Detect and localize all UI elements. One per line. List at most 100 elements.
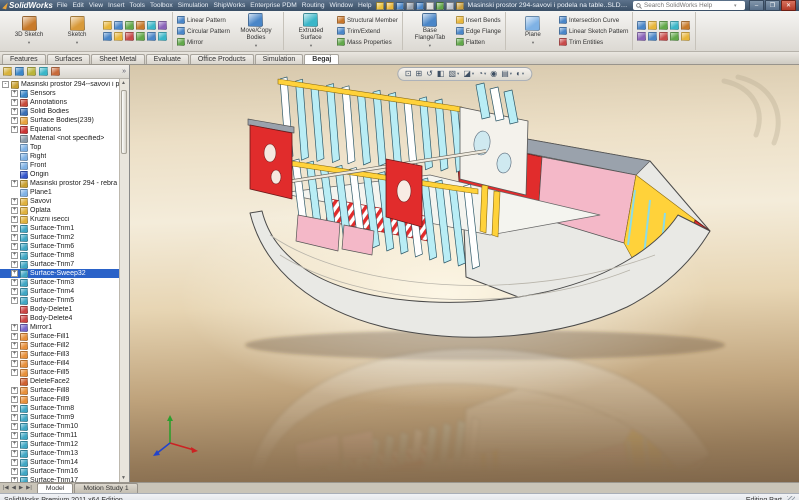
expand-icon[interactable]: +	[11, 225, 18, 232]
tree-item[interactable]: Front	[0, 161, 119, 170]
propertymanager-tab-icon[interactable]	[15, 67, 24, 76]
tree-item[interactable]: + Masinski prostor 294 - rebra i pregra	[0, 179, 119, 188]
tool-icon[interactable]	[637, 32, 646, 41]
tree-item[interactable]: + Annotations	[0, 98, 119, 107]
tree-item[interactable]: + Surface-Trim14	[0, 458, 119, 467]
tree-item[interactable]: + Surface-Trim12	[0, 440, 119, 449]
expand-icon[interactable]: +	[11, 414, 18, 421]
displaymanager-tab-icon[interactable]	[51, 67, 60, 76]
expand-icon[interactable]: +	[11, 297, 18, 304]
tree-item[interactable]: DeleteFace2	[0, 377, 119, 386]
command-tab[interactable]: Surfaces	[47, 54, 91, 64]
expand-icon[interactable]: +	[11, 441, 18, 448]
menu-item[interactable]: Enterprise PDM	[250, 2, 297, 9]
trim-extend-button[interactable]: Trim/Extend	[337, 26, 398, 36]
expand-icon[interactable]: +	[11, 405, 18, 412]
expand-icon[interactable]: +	[11, 180, 18, 187]
sketch-button[interactable]: Sketch	[54, 13, 100, 49]
open-icon[interactable]	[386, 2, 394, 10]
new-document-icon[interactable]	[376, 2, 384, 10]
expand-icon[interactable]: +	[11, 387, 18, 394]
tool-icon[interactable]	[158, 21, 167, 30]
save-icon[interactable]	[396, 2, 404, 10]
expand-icon[interactable]: +	[11, 468, 18, 475]
mirror-button[interactable]: Mirror	[177, 37, 230, 47]
tree-item[interactable]: + Solid Bodies	[0, 107, 119, 116]
3d-sketch-button[interactable]: 3D Sketch	[6, 13, 52, 49]
tool-icon[interactable]	[648, 32, 657, 41]
options-icon[interactable]	[456, 2, 464, 10]
tree-item[interactable]: Body-Delete4	[0, 314, 119, 323]
menu-item[interactable]: Edit	[72, 2, 83, 9]
expand-icon[interactable]: +	[11, 198, 18, 205]
previous-view-icon[interactable]: ↺	[426, 69, 433, 79]
panel-chevron-icon[interactable]: »	[122, 67, 126, 76]
tree-item[interactable]: Right	[0, 152, 119, 161]
undo-icon[interactable]	[416, 2, 424, 10]
3d-viewport[interactable]: ⊡⊞↺◧▧◪◔◉▤◐	[130, 65, 799, 482]
edge-flange-button[interactable]: Edge Flange	[456, 26, 501, 36]
tree-item[interactable]: + Surface-Trim5	[0, 296, 119, 305]
tree-item[interactable]: + Surface-Trim7	[0, 260, 119, 269]
command-tab[interactable]: Features	[2, 54, 46, 64]
mass-properties-button[interactable]: Mass Properties	[337, 37, 398, 47]
tool-icon[interactable]	[681, 21, 690, 30]
print-icon[interactable]	[406, 2, 414, 10]
display-style-icon[interactable]: ◪	[463, 69, 474, 79]
base-flange-tab-button[interactable]: Base Flange/Tab	[407, 13, 453, 49]
tree-item[interactable]: + Surface-Trim8	[0, 404, 119, 413]
tree-item[interactable]: + Kruzni isecci	[0, 215, 119, 224]
zoom-fit-icon[interactable]: ⊡	[405, 69, 412, 79]
close-button[interactable]: ✕	[781, 0, 796, 11]
prev-tab-icon[interactable]: ◀	[11, 485, 17, 491]
tool-icon[interactable]	[125, 21, 134, 30]
tree-item[interactable]: + Sensors	[0, 89, 119, 98]
menu-item[interactable]: Toolbox	[150, 2, 173, 9]
last-tab-icon[interactable]: ▶|	[25, 485, 33, 491]
tool-icon[interactable]	[670, 32, 679, 41]
tool-icon[interactable]	[136, 21, 145, 30]
tree-item[interactable]: + Surface-Trim3	[0, 278, 119, 287]
tool-icon[interactable]	[648, 21, 657, 30]
tool-icon[interactable]	[103, 32, 112, 41]
menu-item[interactable]: ShipWorks	[213, 2, 245, 9]
tree-item[interactable]: + Oplata	[0, 206, 119, 215]
tree-item[interactable]: + Equations	[0, 125, 119, 134]
view-settings-icon[interactable]: ◐	[516, 69, 524, 79]
section-view-icon[interactable]: ◧	[437, 69, 445, 79]
command-tab[interactable]: Office Products	[190, 54, 254, 64]
expand-icon[interactable]: +	[11, 234, 18, 241]
model-tab[interactable]: Motion Study 1	[74, 483, 137, 493]
hide-show-items-icon[interactable]: ◔	[478, 69, 486, 79]
minimize-button[interactable]: –	[749, 0, 764, 11]
apply-scene-icon[interactable]: ▤	[501, 69, 512, 79]
tool-icon[interactable]	[147, 21, 156, 30]
first-tab-icon[interactable]: |◀	[2, 485, 10, 491]
menu-item[interactable]: Routing	[302, 2, 325, 9]
tree-item[interactable]: + Surface-Fill5	[0, 368, 119, 377]
tree-item[interactable]: + Surface-Trim11	[0, 431, 119, 440]
tree-item[interactable]: + Šavovi	[0, 197, 119, 206]
menu-item[interactable]: Simulation	[178, 2, 209, 9]
featuremanager-tab-icon[interactable]	[3, 67, 12, 76]
search-box[interactable]	[633, 1, 745, 10]
dimxpertmanager-tab-icon[interactable]	[39, 67, 48, 76]
linear-sketch-pattern-button[interactable]: Linear Sketch Pattern	[559, 26, 629, 36]
insert-bends-button[interactable]: Insert Bends	[456, 15, 501, 25]
tree-item[interactable]: + Mirror1	[0, 323, 119, 332]
tree-item[interactable]: + Surface-Trim6	[0, 242, 119, 251]
select-icon[interactable]	[426, 2, 434, 10]
edit-appearance-icon[interactable]: ◉	[490, 69, 497, 79]
expand-icon[interactable]: +	[11, 342, 18, 349]
expand-icon[interactable]: +	[11, 90, 18, 97]
tree-item[interactable]: Origin	[0, 170, 119, 179]
expand-icon[interactable]: +	[11, 351, 18, 358]
tree-item[interactable]: Body-Delete1	[0, 305, 119, 314]
expand-icon[interactable]: +	[11, 288, 18, 295]
tree-scrollbar[interactable]	[119, 79, 129, 482]
configurationmanager-tab-icon[interactable]	[27, 67, 36, 76]
trim-entities-button[interactable]: Trim Entities	[559, 37, 629, 47]
view-orientation-icon[interactable]: ▧	[448, 69, 459, 79]
tree-item[interactable]: Plane1	[0, 188, 119, 197]
tool-icon[interactable]	[114, 32, 123, 41]
